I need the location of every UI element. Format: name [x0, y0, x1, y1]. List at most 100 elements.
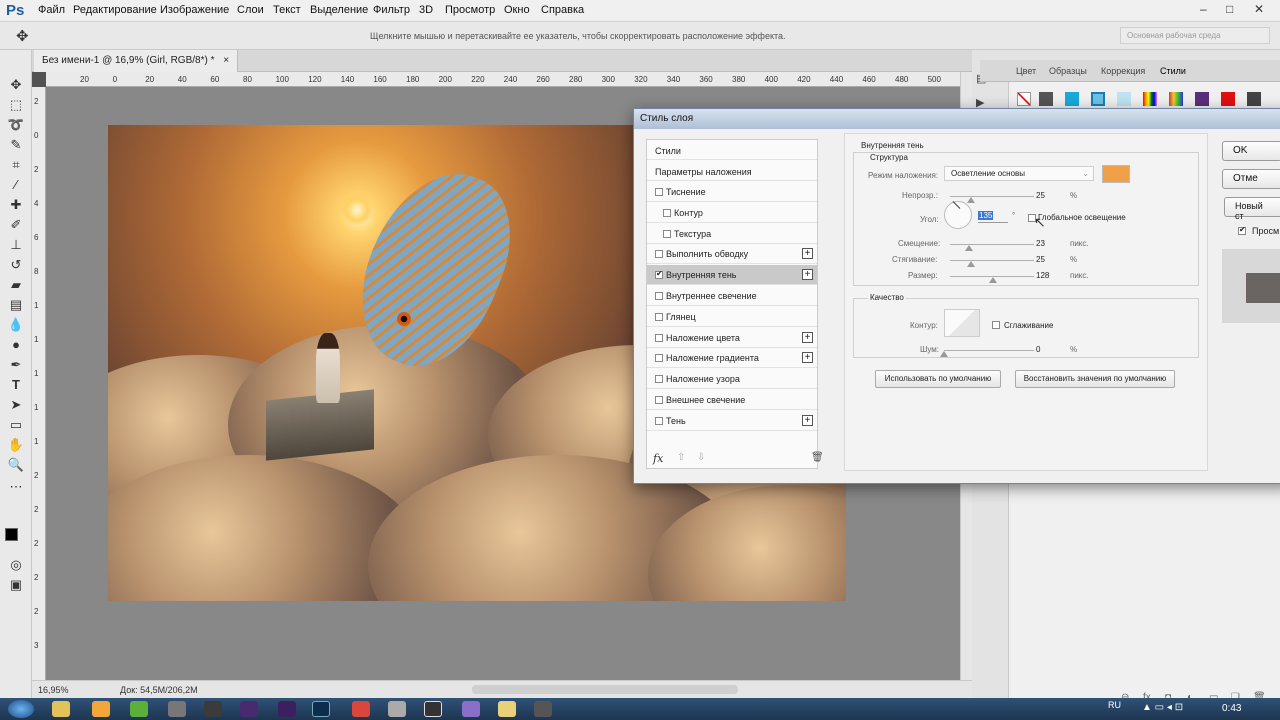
- new-style-button[interactable]: Новый ст: [1224, 197, 1280, 221]
- crop-icon[interactable]: ⌗: [6, 156, 26, 174]
- style-item[interactable]: Внутренняя тень +: [647, 265, 817, 286]
- document-tab[interactable]: Без имени-1 @ 16,9% (Girl, RGB/8*) * ×: [34, 50, 239, 72]
- global-light-label[interactable]: Глобальное освещение: [1038, 213, 1126, 222]
- hand-icon[interactable]: ✋: [6, 436, 26, 454]
- calculator-icon[interactable]: [534, 701, 552, 717]
- style-checkbox[interactable]: [655, 292, 663, 300]
- antialias-checkbox[interactable]: [992, 321, 1000, 329]
- type-icon[interactable]: T: [6, 376, 26, 394]
- start-icon[interactable]: [8, 700, 34, 718]
- gradient-icon[interactable]: ▤: [6, 296, 26, 314]
- history-brush-icon[interactable]: ↺: [6, 256, 26, 274]
- restore-icon[interactable]: □: [1226, 2, 1233, 16]
- choke-slider[interactable]: [950, 260, 1034, 267]
- style-swatch[interactable]: [1039, 92, 1053, 106]
- close-tab-icon[interactable]: ×: [223, 55, 229, 66]
- menu-help[interactable]: Справка: [541, 4, 584, 16]
- style-item[interactable]: Выполнить обводку +: [647, 244, 817, 265]
- tab-swatches[interactable]: Образцы: [1049, 66, 1087, 76]
- menu-edit[interactable]: Редактирование: [73, 4, 157, 16]
- pen-icon[interactable]: ✒: [6, 356, 26, 374]
- app-icon[interactable]: [424, 701, 442, 717]
- eyedropper-icon[interactable]: ⁄: [6, 176, 26, 194]
- minimize-icon[interactable]: –: [1200, 2, 1207, 16]
- style-item[interactable]: Глянец: [647, 307, 817, 327]
- blend-options[interactable]: Параметры наложения: [647, 161, 817, 181]
- styles-header[interactable]: Стили: [647, 140, 817, 160]
- foreground-color[interactable]: [5, 528, 18, 541]
- style-swatch[interactable]: [1195, 92, 1209, 106]
- style-swatch[interactable]: [1169, 92, 1183, 106]
- noise-slider[interactable]: [940, 350, 1034, 357]
- menu-type[interactable]: Текст: [273, 4, 301, 16]
- noise-thumb[interactable]: [940, 351, 948, 357]
- folder-icon[interactable]: [498, 701, 516, 717]
- clock[interactable]: 0:43: [1222, 703, 1241, 714]
- language-indicator[interactable]: RU: [1108, 700, 1121, 710]
- cancel-button[interactable]: Отме: [1222, 169, 1280, 189]
- size-value[interactable]: 128: [1036, 271, 1049, 280]
- dialog-title[interactable]: Стиль слоя: [634, 109, 1280, 129]
- style-checkbox[interactable]: [663, 229, 671, 238]
- menu-view[interactable]: Просмотр: [445, 4, 495, 16]
- menu-layers[interactable]: Слои: [237, 4, 264, 16]
- quick-select-icon[interactable]: ✎: [6, 136, 26, 154]
- zoom-icon[interactable]: 🔍: [6, 456, 26, 474]
- style-checkbox[interactable]: [655, 354, 663, 363]
- tray-icons[interactable]: ▲ ▭ ◂ ⊡: [1142, 702, 1183, 713]
- ok-button[interactable]: OK: [1222, 141, 1280, 161]
- style-checkbox[interactable]: [655, 416, 663, 425]
- photoshop-taskbar-icon[interactable]: [312, 701, 330, 717]
- style-item[interactable]: Тиснение: [647, 182, 817, 202]
- move-icon[interactable]: ✥: [6, 76, 26, 94]
- app-icon[interactable]: [388, 701, 406, 717]
- stamp-icon[interactable]: ⊥: [6, 236, 26, 254]
- choke-value[interactable]: 25: [1036, 255, 1045, 264]
- style-item[interactable]: Внешнее свечение: [647, 390, 817, 410]
- style-item[interactable]: Контур: [647, 203, 817, 223]
- add-effect-icon[interactable]: +: [802, 352, 813, 364]
- reset-default-button[interactable]: Восстановить значения по умолчанию: [1015, 370, 1175, 388]
- shape-icon[interactable]: ▭: [6, 416, 26, 434]
- style-item[interactable]: Наложение цвета +: [647, 328, 817, 348]
- style-checkbox[interactable]: [655, 188, 663, 196]
- fx-menu-icon[interactable]: fx: [653, 452, 663, 465]
- offset-thumb[interactable]: [965, 245, 974, 251]
- opacity-slider[interactable]: [950, 196, 1034, 203]
- style-swatch[interactable]: [1117, 92, 1131, 106]
- menu-select[interactable]: Выделение: [310, 4, 368, 16]
- move-tool-icon[interactable]: ✥: [16, 27, 29, 45]
- style-swatch[interactable]: [1065, 92, 1079, 106]
- explorer-icon[interactable]: [52, 701, 70, 717]
- antialias-label[interactable]: Сглаживание: [1004, 321, 1053, 330]
- menu-window[interactable]: Окно: [504, 4, 530, 16]
- style-checkbox[interactable]: [655, 333, 663, 342]
- style-swatch[interactable]: [1247, 92, 1261, 106]
- offset-slider[interactable]: [950, 244, 1034, 251]
- size-thumb[interactable]: [988, 277, 997, 283]
- blend-mode-select[interactable]: Осветление основы ⌄: [944, 166, 1094, 181]
- lasso-icon[interactable]: ➰: [6, 116, 26, 134]
- delete-effect-icon[interactable]: 🗑: [811, 452, 824, 463]
- eraser-icon[interactable]: ▰: [6, 276, 26, 294]
- size-slider[interactable]: [950, 276, 1034, 283]
- move-up-icon[interactable]: ⇧: [677, 452, 685, 463]
- style-swatch[interactable]: [1221, 92, 1235, 106]
- horizontal-scrollbar[interactable]: [472, 685, 738, 694]
- shadow-color-swatch[interactable]: [1102, 165, 1130, 183]
- quick-mask-icon[interactable]: ◎: [6, 556, 26, 574]
- style-checkbox[interactable]: [655, 375, 663, 384]
- noise-value[interactable]: 0: [1036, 345, 1040, 354]
- style-item[interactable]: Тень +: [647, 411, 817, 431]
- add-effect-icon[interactable]: +: [802, 248, 813, 260]
- choke-thumb[interactable]: [967, 261, 975, 267]
- add-effect-icon[interactable]: +: [802, 414, 813, 426]
- contour-picker[interactable]: [944, 309, 980, 337]
- style-item[interactable]: Текстура: [647, 224, 817, 244]
- style-item[interactable]: Наложение узора: [647, 369, 817, 390]
- app-icon[interactable]: [168, 701, 186, 717]
- style-none[interactable]: [1017, 92, 1031, 106]
- tab-color[interactable]: Цвет: [1016, 66, 1036, 76]
- angle-dial[interactable]: [944, 201, 972, 229]
- preview-label[interactable]: Просм: [1252, 226, 1279, 236]
